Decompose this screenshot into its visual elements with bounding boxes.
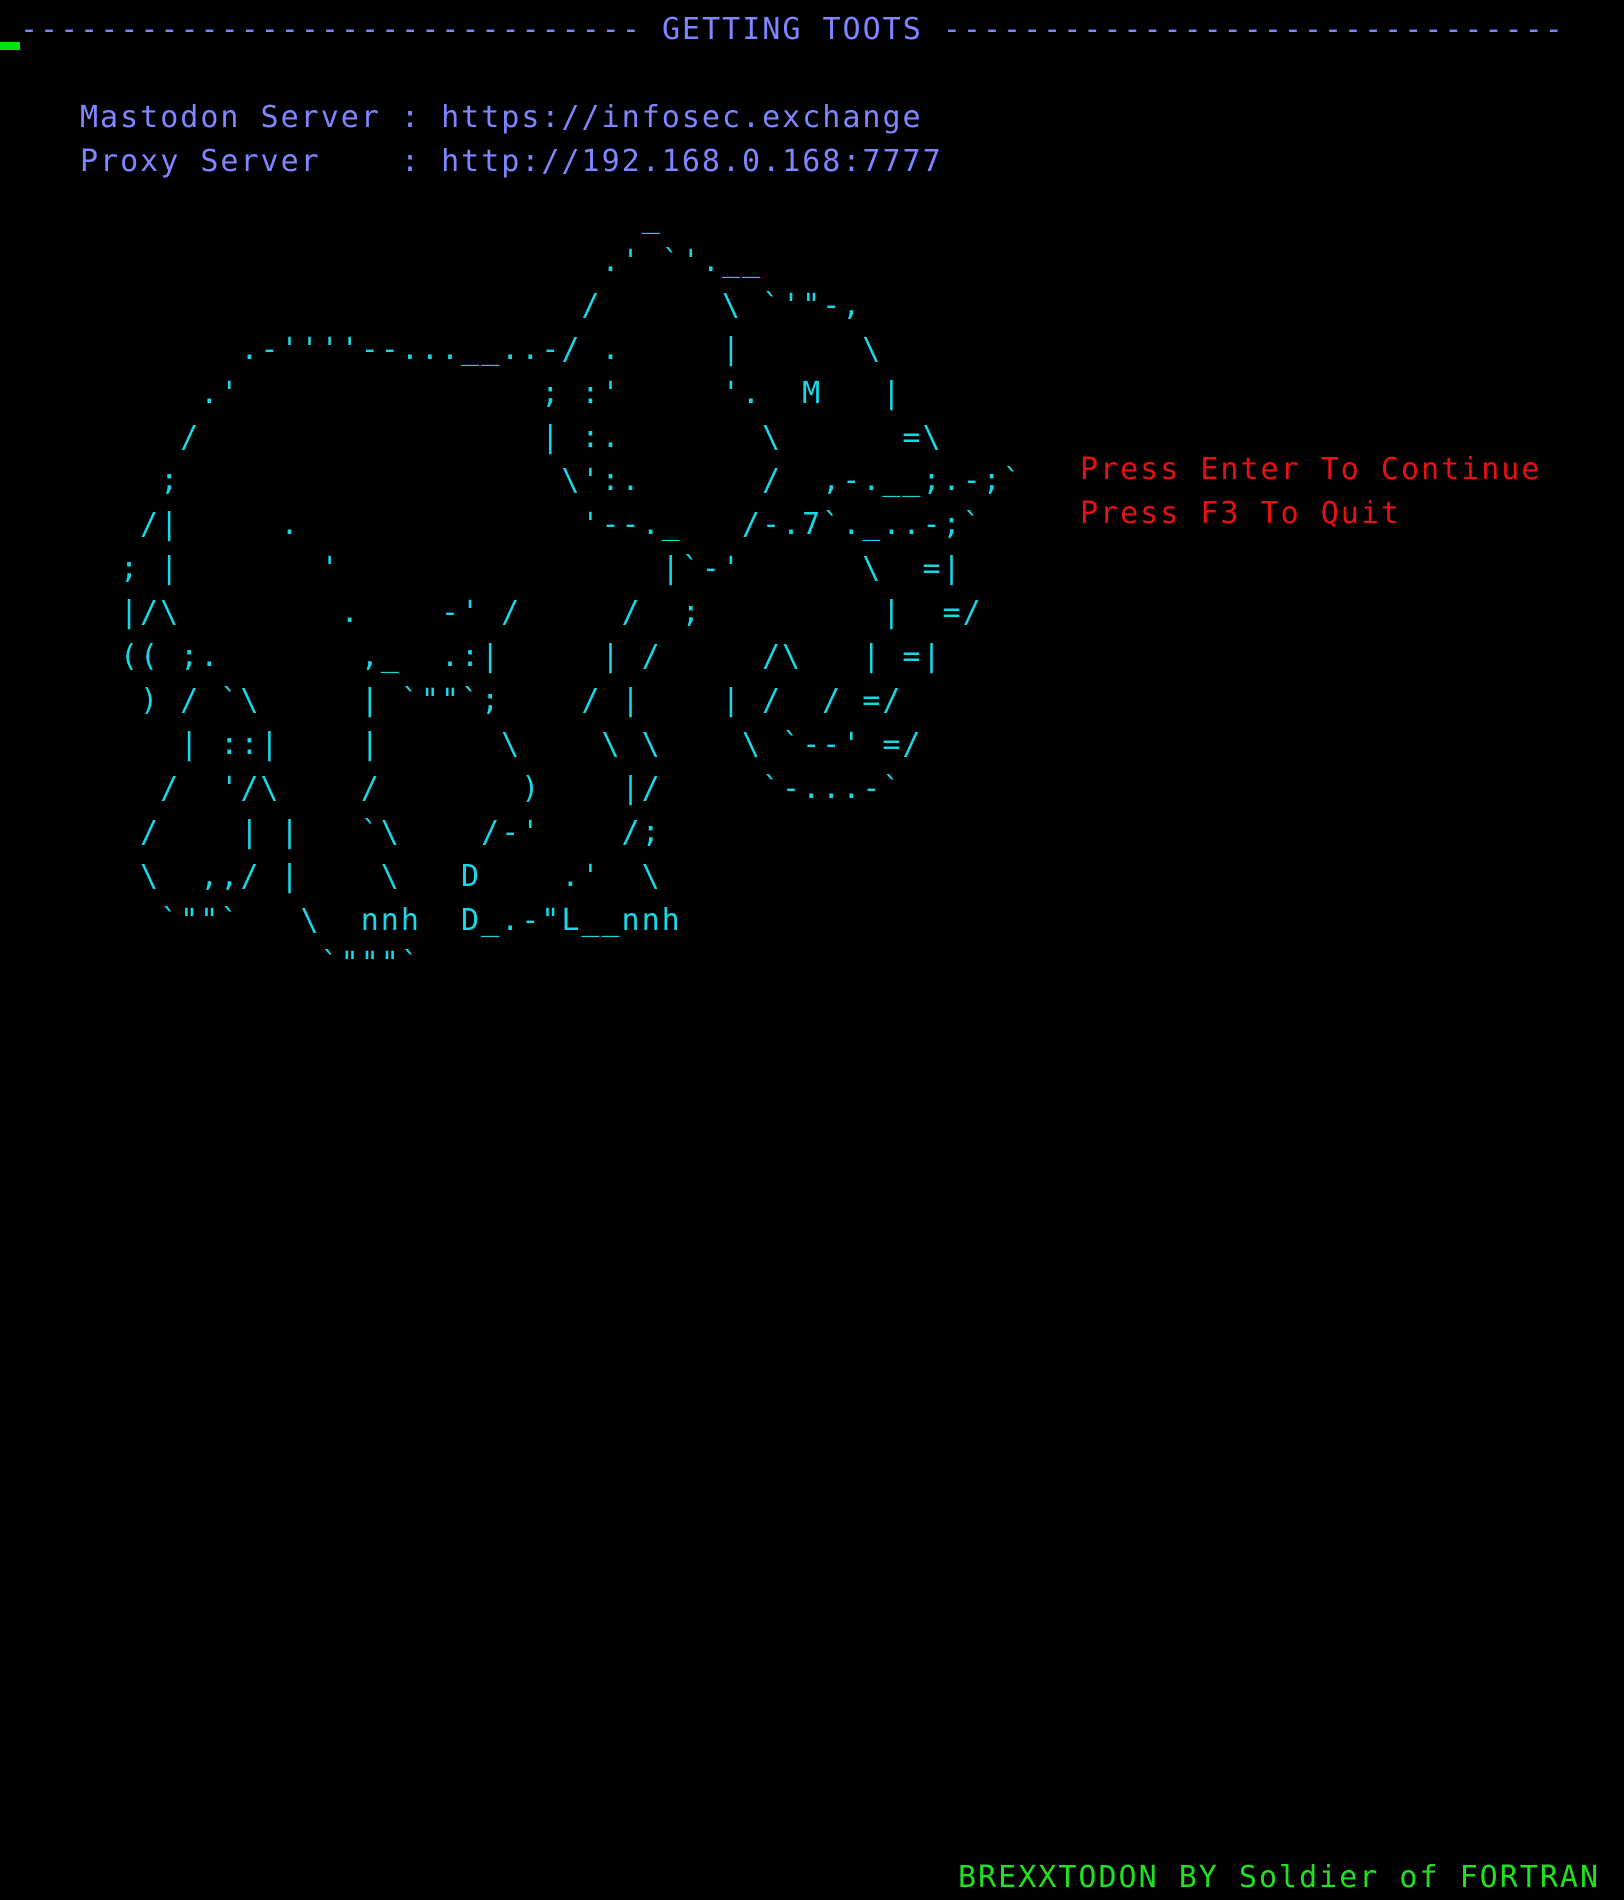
mastodon-server-line: Mastodon Server : https://infosec.exchan…	[80, 100, 923, 135]
footer-credit: BREXXTODON BY Soldier of FORTRAN	[958, 1860, 1600, 1895]
screen-title: ------------------------------- GETTING …	[20, 12, 1565, 47]
terminal-cursor	[0, 42, 20, 50]
press-enter-prompt: Press Enter To Continue	[1080, 452, 1542, 487]
terminal-screen[interactable]: ------------------------------- GETTING …	[0, 0, 1624, 1900]
proxy-server-line: Proxy Server : http://192.168.0.168:7777	[80, 144, 943, 179]
press-f3-prompt: Press F3 To Quit	[1080, 496, 1401, 531]
mastodon-ascii-art: _ .' `'.__ / \ `'"-, .-''''--...__..-/ .…	[120, 200, 1023, 982]
